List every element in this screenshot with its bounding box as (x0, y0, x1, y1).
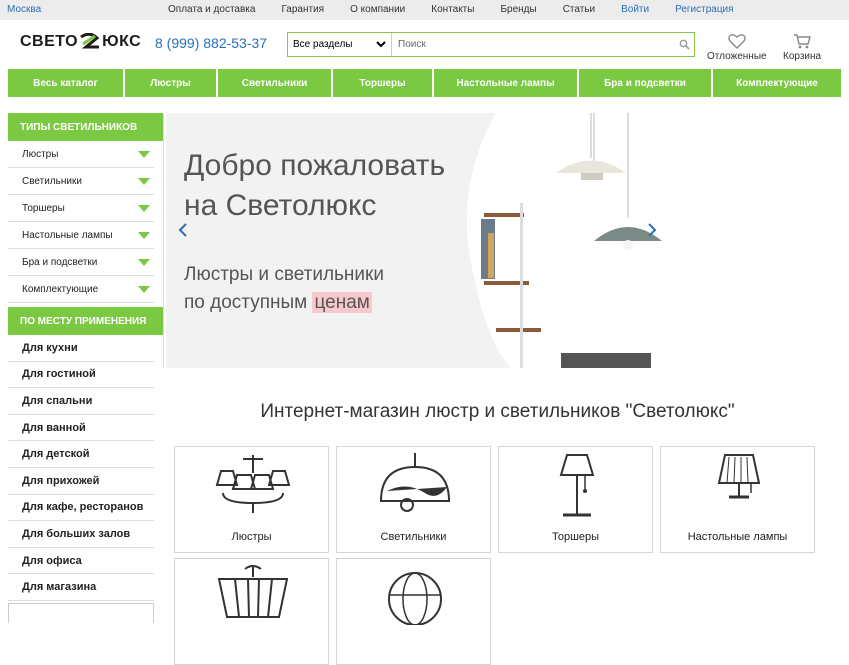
top-link-warranty[interactable]: Гарантия (281, 4, 324, 15)
cart-icon (783, 33, 821, 49)
chevron-right-icon[interactable] (647, 221, 657, 244)
sidebar-item-bedroom[interactable]: Для спальни (8, 388, 154, 415)
search-section-select[interactable]: Все разделы (288, 33, 392, 56)
search-input[interactable]: Поиск (392, 33, 674, 56)
sidebar-item-components[interactable]: Комплектующие (8, 276, 154, 303)
top-links: Оплата и доставка Гарантия О компании Ко… (168, 4, 760, 15)
nav-chandeliers[interactable]: Люстры (125, 69, 216, 97)
category-card-5[interactable] (174, 558, 329, 665)
category-card-6[interactable] (336, 558, 491, 665)
triangle-down-icon[interactable] (138, 177, 150, 185)
sidebar-types-list: Люстры Светильники Торшеры Настольные ла… (8, 141, 154, 303)
category-label: Торшеры (551, 531, 600, 543)
logo-text-right: ЮКС (102, 33, 142, 50)
triangle-down-icon[interactable] (138, 204, 150, 212)
sidebar-item-sconces[interactable]: Бра и подсветки (8, 249, 154, 276)
sidebar-item-lamps[interactable]: Светильники (8, 168, 154, 195)
category-card-chandeliers[interactable]: Люстры (174, 446, 329, 553)
sidebar-divider (163, 113, 164, 368)
triangle-down-icon[interactable] (138, 285, 150, 293)
floor-lamp-icon (559, 454, 595, 517)
saved-label: Отложенные (707, 51, 767, 62)
sidebar-item-living-room[interactable]: Для гостиной (8, 362, 154, 389)
nav-components[interactable]: Комплектующие (713, 69, 841, 97)
site-logo[interactable]: СВЕТО ЮКС (20, 32, 142, 51)
heart-icon (707, 33, 767, 49)
category-label: Светильники (380, 531, 447, 543)
saved-button[interactable]: Отложенные (707, 33, 767, 62)
page-title: Интернет-магазин люстр и светильников "С… (260, 401, 735, 422)
sphere-lamp-icon (388, 572, 442, 625)
cart-button[interactable]: Корзина (783, 33, 821, 62)
category-label: Люстры (231, 531, 272, 543)
hanging-lamp-icon (217, 565, 289, 618)
top-link-brands[interactable]: Бренды (500, 4, 536, 15)
search-section-value: Все разделы (293, 39, 353, 50)
sidebar-places-list: Для кухни Для гостиной Для спальни Для в… (8, 335, 154, 601)
register-link[interactable]: Регистрация (675, 4, 733, 15)
sidebar-extra-box (8, 603, 154, 623)
sidebar-item-bathroom[interactable]: Для ванной (8, 415, 154, 442)
category-label: Настольные лампы (687, 531, 788, 543)
top-link-articles[interactable]: Статьи (563, 4, 595, 15)
sidebar-places-title: ПО МЕСТУ ПРИМЕНЕНИЯ (8, 307, 164, 335)
sidebar-item-table-lamps[interactable]: Настольные лампы (8, 222, 154, 249)
triangle-down-icon[interactable] (138, 150, 150, 158)
logo-text-left: СВЕТО (20, 33, 79, 50)
nav-floor-lamps[interactable]: Торшеры (333, 69, 432, 97)
category-card-floor-lamps[interactable]: Торшеры (498, 446, 653, 553)
sidebar-item-shop[interactable]: Для магазина (8, 574, 154, 601)
nav-lamps[interactable]: Светильники (218, 69, 331, 97)
nav-sconces[interactable]: Бра и подсветки (579, 69, 711, 97)
table-lamp-icon (717, 454, 761, 499)
sidebar-item-office[interactable]: Для офиса (8, 548, 154, 575)
sidebar-item-kitchen[interactable]: Для кухни (8, 335, 154, 362)
sidebar-item-cafe[interactable]: Для кафе, ресторанов (8, 495, 154, 522)
pendant-lamp-icon (379, 453, 451, 512)
top-link-about[interactable]: О компании (350, 4, 405, 15)
search-icon[interactable] (674, 33, 694, 56)
city-selector[interactable]: Москва (7, 4, 41, 15)
category-card-lamps[interactable]: Светильники (336, 446, 491, 553)
hero-banner[interactable]: Добро пожаловать на Светолюкс Люстры и с… (166, 113, 674, 368)
nav-all-catalog[interactable]: Весь каталог (8, 69, 123, 97)
logo-mark-icon (79, 32, 101, 51)
triangle-down-icon[interactable] (138, 231, 150, 239)
cart-label: Корзина (783, 51, 822, 62)
sidebar-item-large-halls[interactable]: Для больших залов (8, 521, 154, 548)
top-link-delivery[interactable]: Оплата и доставка (168, 4, 255, 15)
phone-number[interactable]: 8 (999) 882-53-37 (155, 35, 267, 51)
sidebar-item-chandeliers[interactable]: Люстры (8, 141, 154, 168)
chevron-down-icon (376, 40, 386, 50)
sidebar-item-floor-lamps[interactable]: Торшеры (8, 195, 154, 222)
login-link[interactable]: Войти (621, 4, 649, 15)
chandelier-icon (215, 455, 291, 513)
chevron-left-icon[interactable] (178, 221, 188, 244)
sidebar-item-kids-room[interactable]: Для детской (8, 441, 154, 468)
search-bar: Все разделы Поиск (287, 32, 695, 57)
banner-subtitle: Люстры и светильники по доступным ценам (184, 264, 384, 313)
triangle-down-icon[interactable] (138, 258, 150, 266)
nav-table-lamps[interactable]: Настольные лампы (434, 69, 577, 97)
top-link-contacts[interactable]: Контакты (431, 4, 474, 15)
sidebar-types-title: ТИПЫ СВЕТИЛЬНИКОВ (8, 113, 164, 141)
top-bar: Москва Оплата и доставка Гарантия О комп… (0, 0, 849, 20)
category-card-table-lamps[interactable]: Настольные лампы (660, 446, 815, 553)
main-nav: Весь каталог Люстры Светильники Торшеры … (8, 69, 841, 97)
sidebar-item-hallway[interactable]: Для прихожей (8, 468, 154, 495)
banner-title: Добро пожаловать на Светолюкс (184, 149, 446, 222)
